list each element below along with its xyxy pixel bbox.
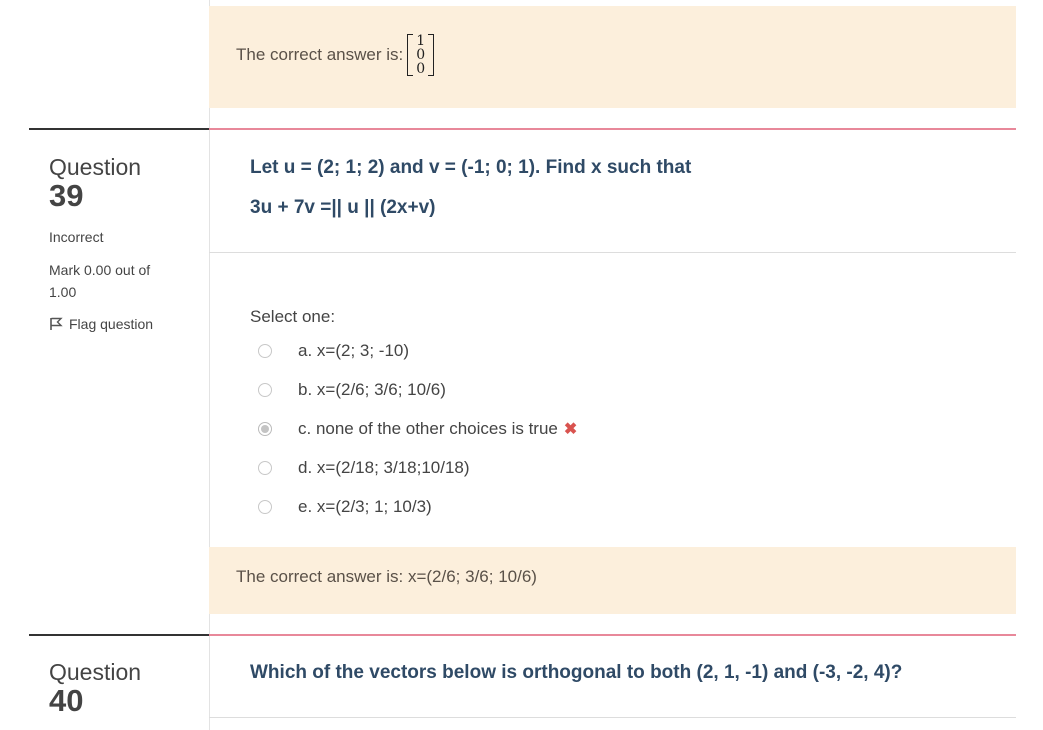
matrix-entry: 0 [416,61,426,77]
question-state: Incorrect [49,229,104,245]
answer-option-a[interactable]: a. x=(2; 3; -10) [258,341,409,361]
matrix-right-bracket [428,34,435,76]
option-label: b. x=(2/6; 3/6; 10/6) [298,380,446,399]
question-separator-accent [209,128,1016,130]
question-mark-line2: 1.00 [49,284,77,300]
question-text: Which of the vectors below is orthogonal… [250,662,903,683]
answer-option-e[interactable]: e. x=(2/3; 1; 10/3) [258,497,432,517]
option-label: d. x=(2/18; 3/18;10/18) [298,458,470,477]
q38-feedback-box: The correct answer is: 1 0 0 [209,6,1016,108]
q38-feedback-label: The correct answer is: [236,45,404,64]
option-label: e. x=(2/3; 1; 10/3) [298,497,432,516]
question-text-divider [209,252,1016,253]
q38-feedback: The correct answer is: 1 0 0 [236,33,435,77]
question-separator [29,128,209,130]
incorrect-icon: ✖ [563,421,578,438]
column-divider [209,0,210,730]
q39-feedback-box: The correct answer is: x=(2/6; 3/6; 10/6… [209,547,1016,614]
question-separator [29,634,209,636]
question-number: 39 [49,178,84,213]
question-mark-line1: Mark 0.00 out of [49,262,151,278]
question-label: Question [49,659,142,685]
answer-option-d[interactable]: d. x=(2/18; 3/18;10/18) [258,458,470,478]
radio-button[interactable] [258,344,272,358]
flag-icon [50,317,63,330]
option-label: c. none of the other choices is true [298,419,558,438]
answer-option-c[interactable]: c. none of the other choices is true ✖ [258,419,577,439]
question-text-line2: 3u + 7v =|| u || (2x+v) [250,197,436,218]
radio-button[interactable] [258,500,272,514]
question-text-line1: Let u = (2; 1; 2) and v = (-1; 0; 1). Fi… [250,157,692,178]
question-number: 40 [49,683,84,718]
question-separator-accent [209,634,1016,636]
question-label: Question [49,154,142,180]
radio-button[interactable] [258,461,272,475]
answer-option-b[interactable]: b. x=(2/6; 3/6; 10/6) [258,380,446,400]
select-one-label: Select one: [250,307,336,326]
matrix-entry: 0 [416,47,426,63]
radio-button-selected[interactable] [258,422,272,436]
option-label: a. x=(2; 3; -10) [298,341,410,360]
question-text-divider [209,717,1016,718]
radio-button[interactable] [258,383,272,397]
matrix-entry: 1 [416,33,426,49]
flag-question-label: Flag question [69,316,154,332]
answer-matrix: 1 0 0 [407,33,435,77]
flag-question-link[interactable]: Flag question [49,316,153,332]
q39-feedback: The correct answer is: x=(2/6; 3/6; 10/6… [236,567,537,586]
